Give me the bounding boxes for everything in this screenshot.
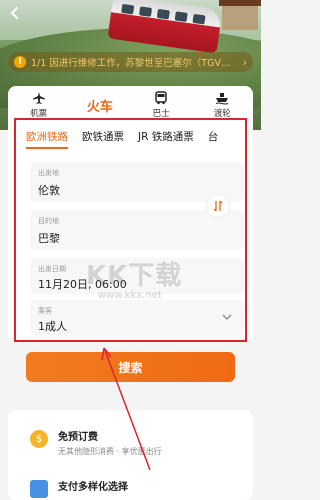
notice-icon: !: [14, 56, 26, 68]
passenger-field[interactable]: 乘客 1成人: [30, 300, 244, 336]
tab-train[interactable]: 火车: [69, 86, 131, 124]
coin-icon: $: [30, 430, 48, 448]
rail-subtabs: 欧洲铁路 欧铁通票 JR 铁路通票 台: [8, 124, 253, 149]
feature-item: 支付多样化选择: [30, 478, 128, 498]
back-button[interactable]: [8, 6, 26, 24]
subtab-more[interactable]: 台: [208, 129, 219, 144]
subtab-euro-rail[interactable]: 欧洲铁路: [26, 129, 68, 149]
ferry-icon: [216, 93, 229, 105]
subtab-jr-pass[interactable]: JR 铁路通票: [138, 129, 194, 144]
swap-icon: [213, 200, 223, 212]
feature-item: $ 免预订费 无其他隐形消费 · 享优惠出行: [30, 428, 162, 457]
plane-icon: [32, 92, 45, 104]
notice-text: 1/1 因进行维修工作，苏黎世至巴塞尔（TGV…: [31, 58, 231, 69]
chevron-left-icon: [10, 7, 18, 19]
tab-bus[interactable]: 巴士: [131, 86, 192, 124]
tab-train-label: 火车: [86, 99, 113, 115]
watermark-url: www.kkx.net: [98, 290, 162, 301]
passenger-value: 1成人: [38, 320, 67, 333]
watermark: KK下载: [86, 261, 183, 291]
transport-mode-tabs: 机票 火车 巴士 渡轮: [8, 86, 253, 124]
tab-ferry[interactable]: 渡轮: [192, 86, 253, 124]
passenger-label: 乘客: [38, 307, 52, 315]
tab-flight-label: 机票: [30, 109, 48, 119]
chevron-right-icon: ›: [242, 55, 247, 69]
feature-desc: 无其他隐形消费 · 享优惠出行: [58, 447, 162, 456]
tab-ferry-label: 渡轮: [213, 109, 231, 119]
date-label: 出发日期: [38, 265, 66, 273]
subtab-eurail-pass[interactable]: 欧铁通票: [82, 129, 124, 144]
destination-label: 目的地: [38, 217, 59, 225]
tab-flight[interactable]: 机票: [8, 86, 69, 124]
bus-icon: [155, 91, 167, 105]
card-icon: [30, 480, 48, 498]
feature-title: 免预订费: [58, 432, 98, 443]
chevron-down-icon: [222, 314, 232, 320]
swap-button[interactable]: [206, 194, 230, 218]
tab-bus-label: 巴士: [152, 109, 170, 119]
house-image: [219, 0, 261, 30]
search-form-card: 欧洲铁路 欧铁通票 JR 铁路通票 台 出发地 伦敦 目的地 巴黎 出发日期 1…: [8, 124, 253, 339]
destination-value: 巴黎: [38, 232, 60, 245]
origin-label: 出发地: [38, 169, 59, 177]
search-button[interactable]: 搜索: [26, 352, 235, 382]
feature-title: 支付多样化选择: [58, 482, 128, 493]
features-panel: $ 免预订费 无其他隐形消费 · 享优惠出行 支付多样化选择: [8, 410, 253, 500]
notice-bar[interactable]: ! 1/1 因进行维修工作，苏黎世至巴塞尔（TGV… ›: [8, 52, 253, 72]
origin-value: 伦敦: [38, 184, 60, 197]
